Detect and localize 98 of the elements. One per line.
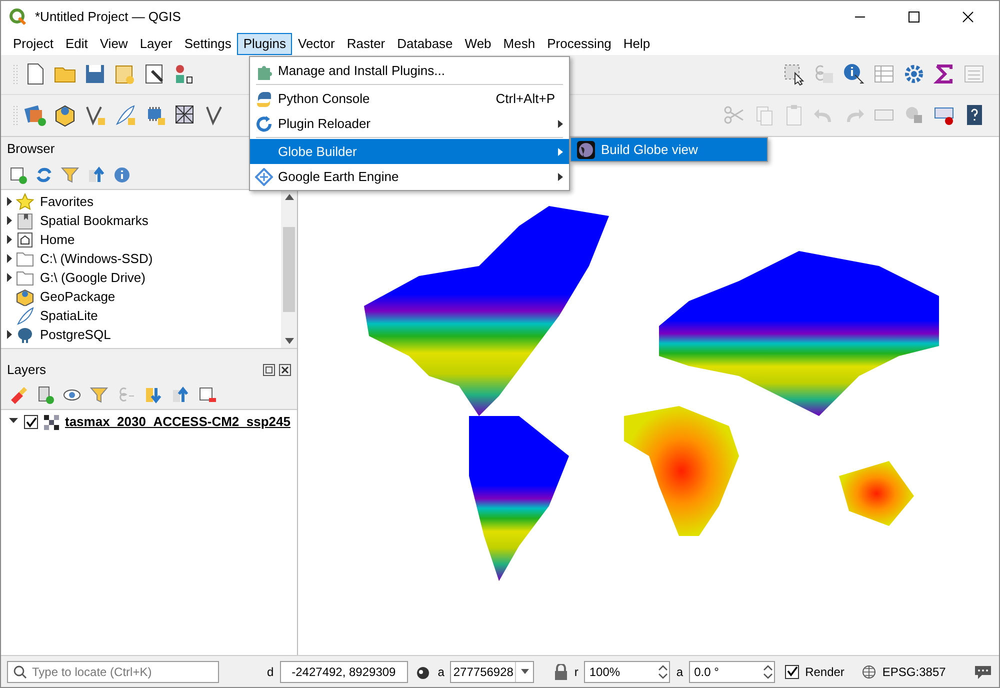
menu-item[interactable]: Layer bbox=[134, 33, 178, 55]
collapse-all-icon[interactable] bbox=[171, 386, 189, 404]
add-selected-icon[interactable] bbox=[9, 166, 27, 184]
feather-icon[interactable] bbox=[114, 104, 138, 128]
close-icon[interactable] bbox=[279, 364, 291, 376]
menu-item[interactable]: Help bbox=[617, 33, 656, 55]
menu-item[interactable]: View bbox=[94, 33, 134, 55]
layer-checkbox[interactable] bbox=[24, 415, 38, 429]
submenu-arrow-icon bbox=[558, 172, 563, 180]
info-icon[interactable] bbox=[113, 166, 131, 184]
home-icon bbox=[16, 230, 34, 248]
elephant-icon bbox=[16, 326, 34, 344]
menu-item[interactable]: Plugin Reloader bbox=[250, 111, 569, 136]
expand-all-icon[interactable] bbox=[144, 386, 162, 404]
toolbar-grip-icon bbox=[13, 62, 18, 86]
filter-icon[interactable] bbox=[61, 166, 79, 184]
window-title: *Untitled Project — QGIS bbox=[35, 8, 181, 26]
scroll-down-icon[interactable] bbox=[284, 338, 294, 344]
expand-arrow-icon[interactable] bbox=[7, 197, 12, 206]
tree-item[interactable]: C:\ (Windows-SSD) bbox=[40, 248, 153, 268]
geopackage-icon bbox=[16, 288, 34, 306]
magnifier-spinbox[interactable]: 100% bbox=[584, 660, 670, 682]
feather-icon bbox=[16, 306, 34, 324]
bookmark-icon bbox=[16, 212, 34, 230]
menu-item[interactable]: Plugins bbox=[237, 33, 292, 55]
diamond-icon bbox=[255, 168, 273, 186]
folder-icon bbox=[16, 250, 34, 268]
python-icon bbox=[255, 90, 273, 108]
menu-item[interactable]: Manage and Install Plugins... bbox=[250, 58, 569, 83]
expand-arrow-icon[interactable] bbox=[7, 216, 12, 225]
field-label: r bbox=[574, 664, 578, 680]
collapse-all-icon[interactable] bbox=[87, 166, 105, 184]
field-label: a bbox=[438, 664, 444, 680]
float-panel-icon[interactable] bbox=[263, 364, 275, 376]
folder-icon bbox=[16, 268, 34, 286]
filter-icon[interactable] bbox=[90, 386, 108, 404]
menu-item[interactable]: Edit bbox=[59, 33, 94, 55]
remove-layer-icon[interactable] bbox=[198, 386, 216, 404]
menu-item[interactable]: Google Earth Engine bbox=[250, 164, 569, 189]
expand-arrow-icon[interactable] bbox=[7, 235, 12, 244]
globe-icon bbox=[862, 664, 876, 678]
field-label: d bbox=[267, 664, 274, 680]
globe-icon bbox=[577, 140, 595, 158]
layer-name[interactable]: tasmax_2030_ACCESS-CM2_ssp245 bbox=[65, 412, 290, 432]
qgis-logo-icon bbox=[9, 8, 27, 26]
tree-item[interactable]: GeoPackage bbox=[40, 286, 116, 306]
coordinate-field[interactable]: -2427492, 8929309 bbox=[280, 660, 408, 682]
menu-item[interactable]: Mesh bbox=[497, 33, 542, 55]
tree-item[interactable]: Favorites bbox=[40, 192, 94, 212]
search-icon bbox=[13, 664, 27, 678]
checkmark-icon bbox=[786, 666, 798, 677]
raster-layer-icon bbox=[44, 414, 59, 430]
spin-arrows-icon bbox=[657, 664, 670, 680]
menu-item[interactable]: Project bbox=[7, 33, 60, 55]
vector-layer-icon[interactable] bbox=[84, 104, 108, 128]
toolbar-grip-icon bbox=[13, 104, 18, 128]
identify-icon[interactable] bbox=[843, 62, 867, 86]
lock-icon[interactable] bbox=[554, 664, 568, 680]
menu-item[interactable]: Python Console Ctrl+Alt+P bbox=[250, 86, 569, 111]
tree-item[interactable]: G:\ (Google Drive) bbox=[40, 268, 146, 288]
checkbox-label: Render bbox=[805, 664, 844, 680]
paint-brush-icon[interactable] bbox=[9, 386, 27, 404]
expand-arrow-icon[interactable] bbox=[7, 330, 12, 339]
menu-item[interactable]: Build Globe view bbox=[571, 138, 767, 161]
submenu-arrow-icon bbox=[558, 148, 563, 156]
panel-title: Browser bbox=[7, 140, 55, 158]
add-layer-icon[interactable] bbox=[24, 104, 48, 128]
panel-title: Layers bbox=[7, 361, 46, 380]
menu-item[interactable]: Database bbox=[391, 33, 459, 55]
reload-icon bbox=[255, 114, 273, 132]
submenu-arrow-icon bbox=[558, 120, 563, 128]
menu-item[interactable]: Settings bbox=[178, 33, 238, 55]
menu-item[interactable]: Globe Builder bbox=[250, 139, 569, 164]
refresh-icon[interactable] bbox=[35, 166, 53, 184]
scroll-up-icon[interactable] bbox=[284, 194, 294, 200]
checkmark-icon bbox=[26, 416, 36, 428]
menu-item[interactable]: Vector bbox=[292, 33, 341, 55]
tree-item[interactable]: Spatial Bookmarks bbox=[40, 210, 148, 230]
expand-arrow-icon[interactable] bbox=[7, 254, 12, 263]
tree-item[interactable]: Home bbox=[40, 230, 75, 250]
add-group-icon[interactable] bbox=[36, 386, 54, 404]
render-checkbox[interactable] bbox=[785, 664, 800, 678]
locate-search-field[interactable]: Type to locate (Ctrl+K) bbox=[7, 660, 219, 682]
tree-item[interactable]: SpatiaLite bbox=[40, 306, 98, 326]
star-icon bbox=[16, 192, 34, 210]
rotation-spinbox[interactable]: 0.0 ° bbox=[689, 660, 776, 682]
menu-item[interactable]: Web bbox=[458, 33, 498, 55]
field-label: a bbox=[676, 664, 684, 680]
scale-dropdown[interactable]: 277756928 bbox=[450, 660, 534, 682]
select-features-icon[interactable] bbox=[783, 62, 807, 86]
scrollbar[interactable] bbox=[281, 190, 297, 348]
caret-icon bbox=[520, 669, 529, 674]
expand-arrow-icon[interactable] bbox=[7, 273, 12, 282]
menu-item[interactable]: Raster bbox=[340, 33, 392, 55]
spin-arrows-icon bbox=[762, 664, 774, 680]
menu-item[interactable]: Processing bbox=[541, 33, 618, 55]
crs-button[interactable]: EPSG:3857 bbox=[882, 662, 946, 680]
tree-item[interactable]: PostgreSQL bbox=[40, 324, 111, 344]
